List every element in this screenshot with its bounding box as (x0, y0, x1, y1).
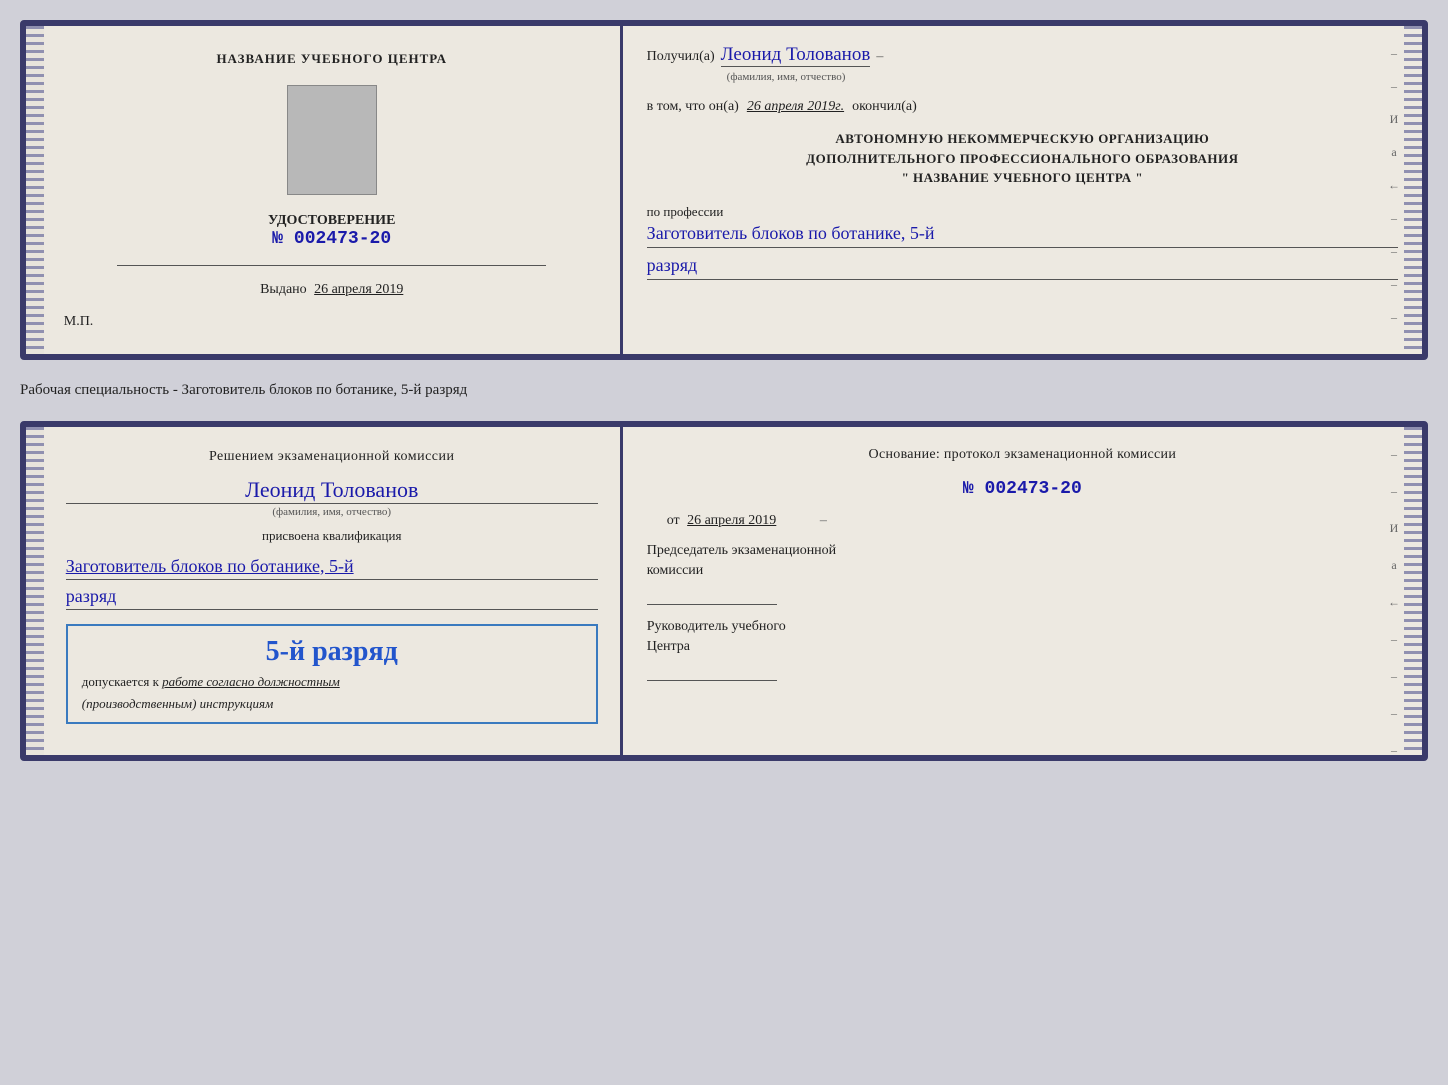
received-label: Получил(а) (647, 49, 715, 65)
qual-margin-dash4: – (1391, 669, 1397, 684)
cert-number: № 002473-20 (268, 229, 395, 249)
decision-text: Решением экзаменационной комиссии (66, 447, 598, 467)
head-signature-line (647, 663, 777, 681)
qual-name-sublabel: (фамилия, имя, отчество) (66, 504, 598, 518)
qual-left-decoration (26, 427, 44, 755)
mp-label: М.П. (64, 314, 94, 330)
qual-margin-dash2: – (1391, 484, 1397, 499)
profession-text: Заготовитель блоков по ботанике, 5-й (647, 220, 1398, 248)
specialty-label: Рабочая специальность - Заготовитель бло… (20, 378, 1428, 403)
qual-margin-i: И (1390, 521, 1399, 536)
head-block: Руководитель учебного Центра (647, 619, 1398, 681)
allowed-label: допускается к (82, 674, 159, 689)
left-decoration (26, 26, 44, 354)
photo-placeholder (287, 85, 377, 195)
margin-dash4: – (1391, 244, 1397, 259)
margin-a: а (1391, 145, 1396, 160)
head-label: Руководитель учебного (647, 619, 1398, 635)
qual-margin-dash1: – (1391, 447, 1397, 462)
chairman-label: Председатель экзаменационной (647, 543, 1398, 559)
finished-label: окончил(а) (852, 99, 917, 115)
udostoverenie-label: УДОСТОВЕРЕНИЕ (268, 213, 395, 229)
margin-i: И (1390, 112, 1399, 127)
chairman-signature-line (647, 587, 777, 605)
issued-line: Выдано 26 апреля 2019 (260, 282, 403, 298)
cert-title: НАЗВАНИЕ УЧЕБНОГО ЦЕНТРА (216, 50, 447, 68)
rank-text: разряд (647, 252, 1398, 280)
qual-margin-a: а (1391, 558, 1396, 573)
name-sublabel-cert: (фамилия, имя, отчество) (647, 71, 1398, 83)
head-label2: Центра (647, 639, 1398, 655)
instruction-text: (производственным) инструкциям (82, 696, 582, 712)
qual-profession: Заготовитель блоков по ботанике, 5-й (66, 554, 598, 580)
qual-right-panel: Основание: протокол экзаменационной коми… (623, 427, 1422, 755)
assigned-label: присвоена квалификация (66, 528, 598, 544)
profession-label: по профессии (647, 204, 1398, 220)
margin-dash1: – (1391, 46, 1397, 61)
qual-name: Леонид Толованов (66, 477, 598, 504)
qual-margin-dash5: – (1391, 706, 1397, 721)
chairman-label2: комиссии (647, 563, 1398, 579)
protocol-number: № 002473-20 (963, 479, 1082, 499)
margin-dash2: – (1391, 79, 1397, 94)
qual-margin-arrow: ← (1388, 595, 1400, 610)
cert-left-panel: НАЗВАНИЕ УЧЕБНОГО ЦЕНТРА УДОСТОВЕРЕНИЕ №… (44, 26, 623, 354)
qual-rank: разряд (66, 584, 598, 610)
cert-date-hw: 26 апреля 2019г. (747, 99, 844, 115)
org-line2: ДОПОЛНИТЕЛЬНОГО ПРОФЕССИОНАЛЬНОГО ОБРАЗО… (647, 149, 1398, 169)
basis-label: Основание: протокол экзаменационной коми… (647, 445, 1398, 465)
allowed-value: работе согласно должностным (162, 674, 340, 689)
margin-dash5: – (1391, 277, 1397, 292)
qual-left-panel: Решением экзаменационной комиссии Леонид… (44, 427, 623, 755)
in-that-label: в том, что он(а) (647, 99, 739, 115)
recipient-name: Леонид Толованов (721, 44, 871, 67)
qualification-document: Решением экзаменационной комиссии Леонид… (20, 421, 1428, 761)
margin-arrow: ← (1388, 178, 1400, 193)
certificate-document: НАЗВАНИЕ УЧЕБНОГО ЦЕНТРА УДОСТОВЕРЕНИЕ №… (20, 20, 1428, 360)
margin-dash6: – (1391, 310, 1397, 325)
chairman-block: Председатель экзаменационной комиссии (647, 543, 1398, 605)
rank-big-text: 5-й разряд (82, 636, 582, 668)
page-wrapper: НАЗВАНИЕ УЧЕБНОГО ЦЕНТРА УДОСТОВЕРЕНИЕ №… (20, 20, 1428, 761)
qual-margin-dash6: – (1391, 743, 1397, 758)
margin-dash3: – (1391, 211, 1397, 226)
org-line1: АВТОНОМНУЮ НЕКОММЕРЧЕСКУЮ ОРГАНИЗАЦИЮ (647, 129, 1398, 149)
rank-box: 5-й разряд допускается к работе согласно… (66, 624, 598, 724)
qual-margin-dash3: – (1391, 632, 1397, 647)
from-date-line: от 26 апреля 2019 – (667, 513, 1398, 529)
name-sublabel: – (876, 49, 883, 65)
org-line3: " НАЗВАНИЕ УЧЕБНОГО ЦЕНТРА " (647, 168, 1398, 188)
cert-right-panel: Получил(а) Леонид Толованов – (фамилия, … (623, 26, 1422, 354)
